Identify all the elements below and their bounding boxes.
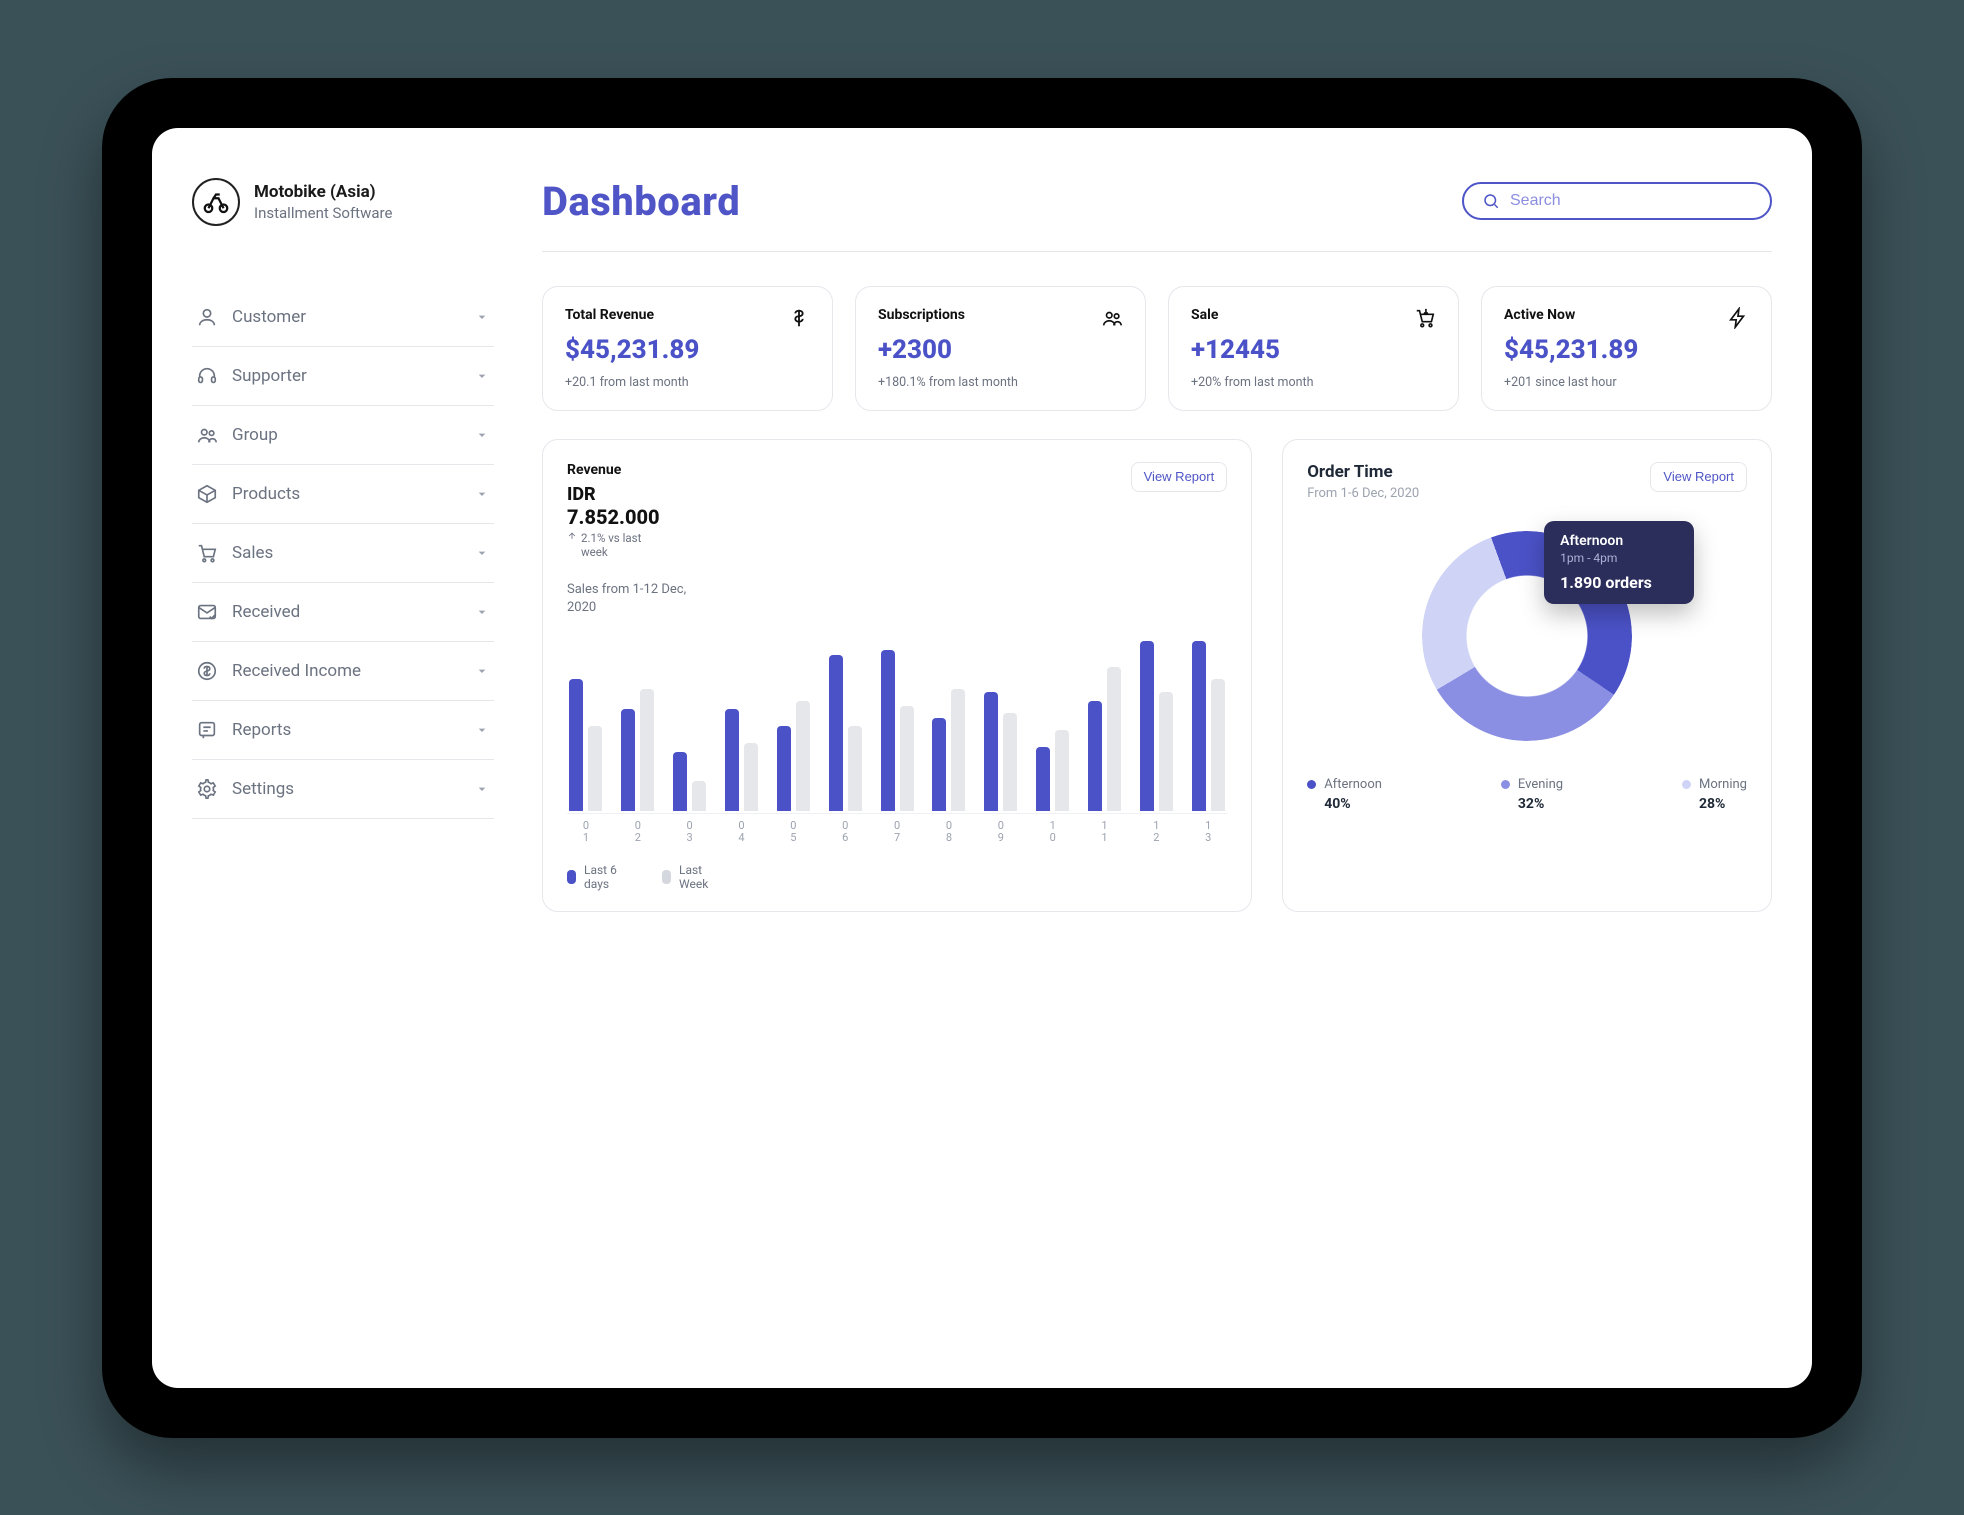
sidebar-item-settings[interactable]: Settings [192,760,494,819]
stat-value: $45,231.89 [565,335,810,365]
sidebar-item-reports[interactable]: Reports [192,701,494,760]
chevron-down-icon [474,545,490,561]
stat-value: +12445 [1191,335,1436,365]
stat-cards: Total Revenue $45,231.89 +20.1 from last… [542,286,1772,411]
order-title: Order Time [1307,462,1419,482]
order-donut-chart: Afternoon 1pm - 4pm 1.890 orders [1422,531,1632,741]
stat-value: $45,231.89 [1504,335,1749,365]
sidebar-item-sales[interactable]: Sales [192,524,494,583]
sidebar-item-label: Sales [232,543,273,563]
order-time-panel: Order Time From 1-6 Dec, 2020 View Repor… [1282,439,1772,912]
revenue-amount: 7.852.000 [567,505,660,529]
stat-card-total-revenue: Total Revenue $45,231.89 +20.1 from last… [542,286,833,411]
brand-subtitle: Installment Software [254,204,392,222]
view-report-button[interactable]: View Report [1650,462,1747,492]
chevron-down-icon [474,781,490,797]
sidebar-item-label: Supporter [232,366,307,386]
sidebar: Motobike (Asia) Installment Software Cus… [192,178,512,1358]
gear-icon [196,778,218,800]
brand-logo-icon [192,178,240,226]
page-title: Dashboard [542,178,740,225]
sidebar-item-customer[interactable]: Customer [192,288,494,347]
stat-title: Subscriptions [878,307,965,323]
tooltip-title: Afternoon [1560,533,1678,549]
brand-block: Motobike (Asia) Installment Software [192,178,494,226]
sidebar-item-label: Reports [232,720,291,740]
chevron-down-icon [474,427,490,443]
search-icon [1482,192,1500,210]
legend-label: Last Week [679,863,729,891]
stat-sub: +20.1 from last month [565,375,810,390]
chevron-down-icon [474,309,490,325]
sidebar-item-label: Settings [232,779,294,799]
sidebar-item-received[interactable]: Received [192,583,494,642]
headset-icon [196,365,218,387]
users-icon [1101,307,1123,329]
main-content: Dashboard Total Revenue $45,231.89 +20.1… [512,178,1772,1358]
report-icon [196,719,218,741]
order-subtitle: From 1-6 Dec, 2020 [1307,486,1419,501]
stat-value: +2300 [878,335,1123,365]
revenue-trend: 2.1% vs last week [567,531,660,559]
sidebar-item-label: Products [232,484,300,504]
sidebar-item-label: Group [232,425,278,445]
mail-check-icon [196,601,218,623]
sidebar-item-label: Customer [232,307,306,327]
stat-card-active-now: Active Now $45,231.89 +201 since last ho… [1481,286,1772,411]
sidebar-item-supporter[interactable]: Supporter [192,347,494,406]
tooltip-value: 1.890 orders [1560,573,1678,592]
revenue-legend: Last 6 days Last Week [567,863,1227,891]
chevron-down-icon [474,486,490,502]
sidebar-item-group[interactable]: Group [192,406,494,465]
search-field[interactable] [1462,182,1772,220]
stat-sub: +20% from last month [1191,375,1436,390]
chevron-down-icon [474,604,490,620]
stat-sub: +201 since last hour [1504,375,1749,390]
sidebar-item-products[interactable]: Products [192,465,494,524]
stat-card-subscriptions: Subscriptions +2300 +180.1% from last mo… [855,286,1146,411]
sidebar-item-label: Received [232,602,300,622]
revenue-bar-chart [567,634,1227,814]
revenue-currency: IDR [567,484,660,505]
cart-icon [196,542,218,564]
stat-title: Sale [1191,307,1218,323]
chart-tooltip: Afternoon 1pm - 4pm 1.890 orders [1544,521,1694,604]
revenue-xaxis: 01020304050607080910111213 [567,820,1227,844]
brand-name: Motobike (Asia) [254,182,392,202]
view-report-button[interactable]: View Report [1131,462,1228,492]
user-icon [196,306,218,328]
order-legend: Afternoon40%Evening32%Morning28% [1307,777,1747,812]
topbar: Dashboard [542,178,1772,252]
revenue-title: Revenue [567,462,617,479]
bolt-icon [1727,307,1749,329]
box-icon [196,483,218,505]
stat-sub: +180.1% from last month [878,375,1123,390]
coin-refresh-icon [196,660,218,682]
legend-dot-icon [567,870,576,884]
group-icon [196,424,218,446]
stat-title: Total Revenue [565,307,654,323]
chevron-down-icon [474,722,490,738]
stat-card-sale: Sale +12445 +20% from last month [1168,286,1459,411]
search-input[interactable] [1510,192,1752,210]
sidebar-item-received-income[interactable]: Received Income [192,642,494,701]
stat-title: Active Now [1504,307,1575,323]
cart-download-icon [1414,307,1436,329]
dollar-icon [788,307,810,329]
sidebar-item-label: Received Income [232,661,361,681]
revenue-date-range: Sales from 1-12 Dec, 2020 [567,581,697,616]
arrow-up-icon [567,531,577,541]
chevron-down-icon [474,368,490,384]
chevron-down-icon [474,663,490,679]
revenue-panel: Revenue IDR 7.852.000 2.1% vs last week … [542,439,1252,912]
legend-dot-icon [662,870,671,884]
legend-label: Last 6 days [584,863,634,891]
tooltip-range: 1pm - 4pm [1560,551,1678,565]
